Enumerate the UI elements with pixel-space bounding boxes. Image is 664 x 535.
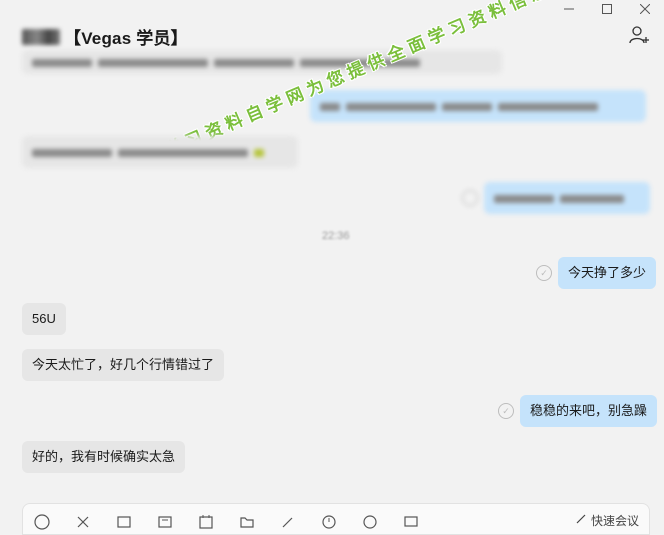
redacted-name xyxy=(22,28,60,45)
voice-icon[interactable] xyxy=(361,513,379,531)
add-person-icon[interactable] xyxy=(628,23,652,47)
chat-title-text: 【Vegas 学员】 xyxy=(64,29,188,48)
pen-icon[interactable] xyxy=(279,513,297,531)
message-bubble[interactable]: 今天挣了多少 xyxy=(558,257,657,289)
screen-icon[interactable] xyxy=(402,513,420,531)
history-icon[interactable] xyxy=(320,513,338,531)
image-icon[interactable] xyxy=(156,513,174,531)
message-bubble[interactable]: 好的，我有时候确实太急 xyxy=(22,441,186,473)
scissors-icon[interactable] xyxy=(74,513,92,531)
message-bubble[interactable]: 今天太忙了，好几个行情错过了 xyxy=(22,349,225,381)
read-status-icon xyxy=(462,190,478,206)
calendar-icon[interactable] xyxy=(197,513,215,531)
message-redacted[interactable] xyxy=(22,50,502,74)
message-redacted[interactable] xyxy=(484,182,650,214)
read-status-icon: ✓ xyxy=(498,403,514,419)
message-bubble[interactable]: 56U xyxy=(22,303,66,335)
minimize-icon[interactable] xyxy=(550,0,588,18)
close-icon[interactable] xyxy=(626,0,664,18)
file-icon[interactable] xyxy=(238,513,256,531)
read-status-icon: ✓ xyxy=(536,265,552,281)
chat-header: 【Vegas 学员】 xyxy=(0,18,664,54)
message-redacted[interactable] xyxy=(22,136,298,168)
input-toolbar xyxy=(33,513,443,531)
message-redacted[interactable] xyxy=(310,90,646,122)
message-timestamp: 22:36 xyxy=(322,230,350,242)
maximize-icon[interactable] xyxy=(588,0,626,18)
chat-title: 【Vegas 学员】 xyxy=(22,24,188,49)
emoji-icon[interactable] xyxy=(33,513,51,531)
message-bubble[interactable]: 稳稳的来吧，别急躁 xyxy=(520,395,658,427)
folder-icon[interactable] xyxy=(115,513,133,531)
input-panel[interactable]: 快速会议 xyxy=(22,503,650,535)
message-list[interactable]: 学习资料自学网为您提供全面学习资料信息资源 22:36 ✓ 今天挣了多少 56U… xyxy=(0,0,664,521)
window-controls xyxy=(550,0,664,18)
